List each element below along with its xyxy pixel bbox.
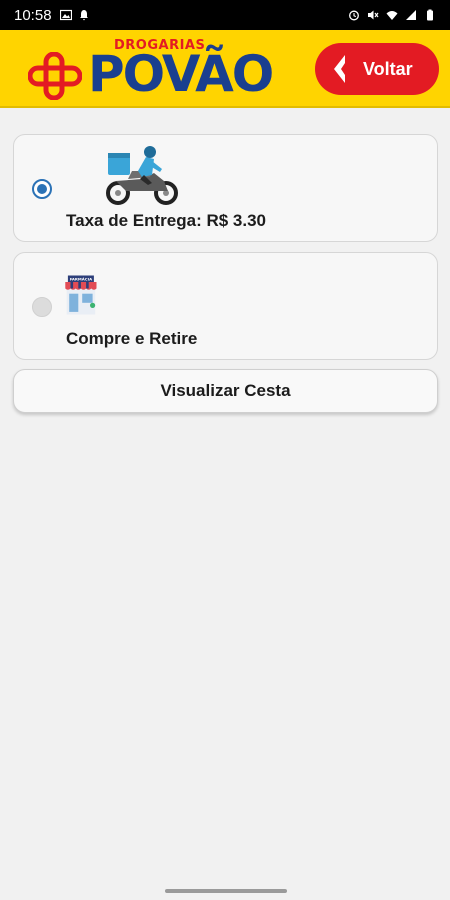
alarm-icon <box>349 10 359 21</box>
pickup-option-label: Compre e Retire <box>66 329 198 348</box>
status-right-icons <box>348 9 436 21</box>
status-left-icons <box>59 9 90 21</box>
pharmacy-sign-text: FARMÁCIA <box>70 277 92 282</box>
pickup-option-card[interactable]: FARMÁCIA Compre e Retire <box>13 252 438 360</box>
view-basket-label: Visualizar Cesta <box>160 381 291 400</box>
notification-icon <box>79 10 88 21</box>
battery-icon <box>427 9 433 21</box>
back-button[interactable]: Voltar <box>315 43 439 95</box>
home-indicator[interactable] <box>165 889 287 893</box>
delivery-radio[interactable] <box>32 179 52 199</box>
brand-logo: DROGARIAS POVÃO <box>24 36 294 102</box>
mute-icon <box>368 10 379 20</box>
delivery-option-label: Taxa de Entrega: R$ 3.30 <box>66 211 266 230</box>
motorcycle-delivery-icon <box>106 146 178 205</box>
pickup-radio[interactable] <box>32 297 52 317</box>
status-bar: 10:58 <box>0 0 450 30</box>
view-basket-button[interactable]: Visualizar Cesta <box>13 369 438 413</box>
pharmacy-store-icon: FARMÁCIA <box>65 275 97 315</box>
chevron-left-icon <box>334 55 345 83</box>
delivery-option-card[interactable]: Taxa de Entrega: R$ 3.30 <box>13 134 438 242</box>
signal-icon <box>406 10 416 20</box>
wifi-icon <box>386 11 398 20</box>
app-header: DROGARIAS POVÃO Voltar <box>0 30 450 108</box>
logo-big-text: POVÃO <box>88 45 274 103</box>
status-time: 10:58 <box>14 6 52 24</box>
back-label: Voltar <box>363 58 413 79</box>
cross-logo-icon <box>28 52 82 100</box>
image-icon <box>59 9 72 21</box>
